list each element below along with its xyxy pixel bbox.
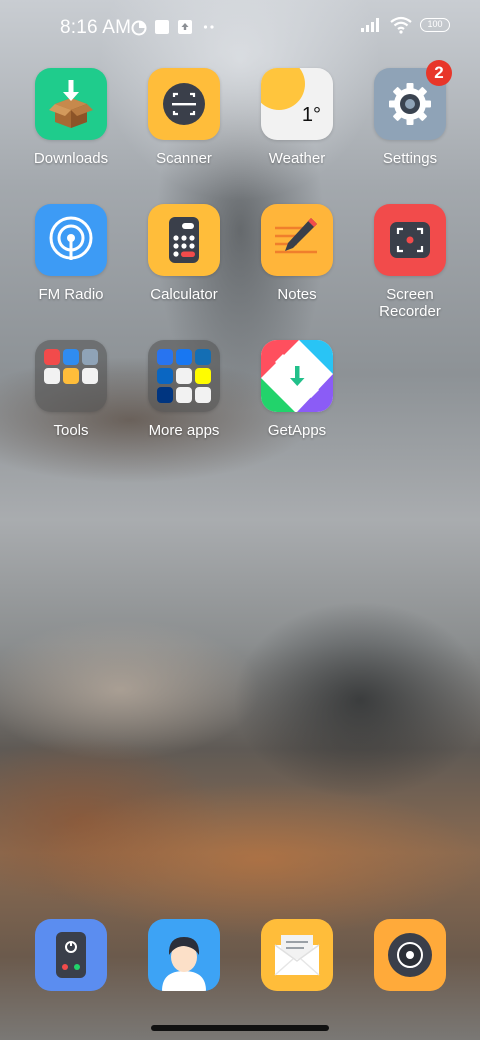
downloads-icon [35, 68, 107, 140]
notes-icon [261, 204, 333, 276]
app-label: Scanner [156, 150, 212, 167]
mi-remote-mini-icon [44, 368, 60, 384]
facebook-mini-icon [176, 349, 192, 365]
app-settings[interactable]: 2 Settings [355, 60, 465, 167]
weather-icon: 1° [261, 68, 333, 140]
scanner-icon [148, 68, 220, 140]
app-downloads[interactable]: Downloads [16, 68, 126, 167]
app-scanner[interactable]: Scanner [129, 68, 239, 167]
tools-folder-icon [35, 340, 107, 412]
recorder-mini-icon [44, 349, 60, 365]
cleaner-mini-icon [82, 368, 98, 384]
weather-temperature: 1° [301, 104, 321, 126]
status-bar: 8:16 AM 100 [0, 0, 480, 56]
status-right: 100 [360, 16, 450, 34]
mi-share-mini-icon [63, 349, 79, 365]
upload-notification-icon [178, 20, 192, 34]
app-label-line1: Screen [386, 286, 434, 303]
booking-mini-icon [157, 387, 173, 403]
phone-icon[interactable] [35, 919, 107, 991]
folder-tools[interactable]: Tools [16, 340, 126, 439]
linkedin-mini-icon [157, 368, 173, 384]
wifi-icon [390, 16, 412, 34]
mi-fit-mini-icon [176, 368, 192, 384]
square-notification-icon [155, 20, 169, 34]
app-label: Weather [268, 150, 326, 167]
feedback-mini-icon [63, 368, 79, 384]
signal-icon [361, 18, 379, 32]
home-indicator[interactable] [151, 1025, 329, 1031]
assistant-mini-icon [195, 387, 211, 403]
play-store-mini-icon [176, 387, 192, 403]
app-label: Calculator [150, 286, 218, 303]
calculator-icon [148, 204, 220, 276]
snapchat-mini-icon [195, 368, 211, 384]
app-calculator[interactable]: Calculator [129, 204, 239, 303]
battery-icon: 100 [420, 18, 450, 32]
app-label: GetApps [267, 422, 327, 439]
app-label: FM Radio [38, 286, 104, 303]
fm-radio-icon [35, 204, 107, 276]
camera-icon[interactable] [374, 919, 446, 991]
flipkart-mini-icon [157, 349, 173, 365]
amazon-mini-icon [195, 349, 211, 365]
app-label: Downloads [33, 150, 109, 167]
battery-level: 100 [427, 19, 443, 29]
app-label: Settings [382, 150, 438, 167]
messages-icon[interactable] [261, 919, 333, 991]
screen-recorder-icon [374, 204, 446, 276]
app-screen-recorder[interactable]: Screen Recorder [355, 204, 465, 320]
notification-badge: 2 [426, 60, 452, 86]
folder-more-apps[interactable]: More apps [129, 340, 239, 439]
data-saver-icon [131, 20, 147, 36]
app-weather[interactable]: 1° Weather [242, 68, 352, 167]
app-notes[interactable]: Notes [242, 204, 352, 303]
app-label: Notes [277, 286, 317, 303]
more-dots-icon [203, 25, 214, 29]
app-getapps[interactable]: GetApps [242, 340, 352, 439]
app-label: Tools [53, 422, 89, 439]
app-label-line2: Recorder [379, 303, 441, 320]
app-fm-radio[interactable]: FM Radio [16, 204, 126, 303]
compass-mini-icon [82, 349, 98, 365]
more-apps-folder-icon [148, 340, 220, 412]
getapps-icon [261, 340, 333, 412]
status-time: 8:16 AM [60, 17, 132, 38]
contacts-icon[interactable] [148, 919, 220, 991]
app-label: More apps [148, 422, 220, 439]
